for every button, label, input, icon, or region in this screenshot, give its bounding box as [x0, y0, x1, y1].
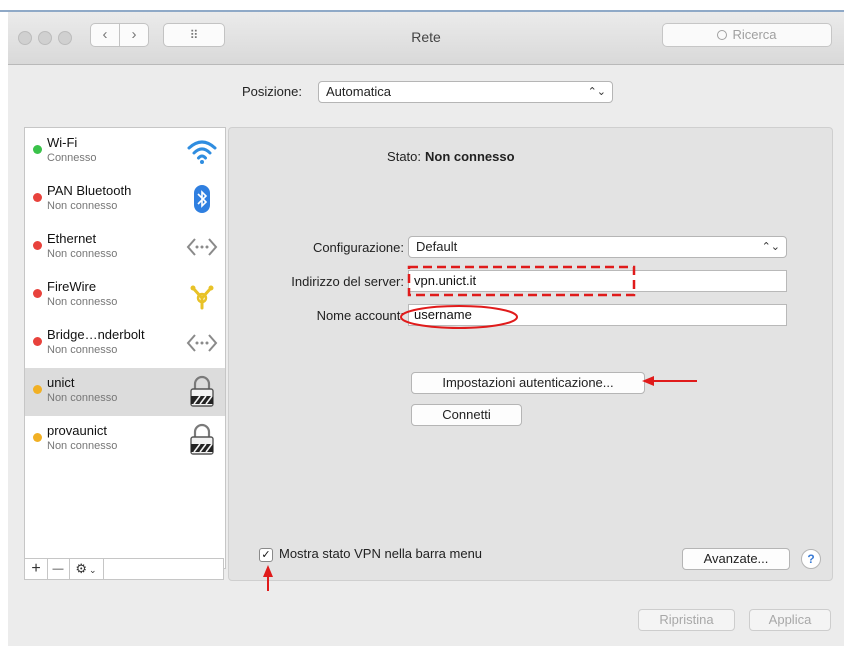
service-actions-menu[interactable]: ⚙ ⌄ — [69, 559, 104, 579]
gear-icon: ⚙ — [75, 561, 88, 576]
service-list-toolbar: + — ⚙ ⌄ — [24, 558, 224, 580]
advanced-button[interactable]: Avanzate... — [682, 548, 790, 570]
service-item-firewire[interactable]: FireWire Non connesso — [25, 272, 225, 320]
service-item-thunderbolt-bridge[interactable]: Bridge…nderbolt Non connesso — [25, 320, 225, 368]
service-name: Wi-Fi — [47, 135, 78, 150]
service-item-wifi[interactable]: Wi-Fi Connesso — [25, 128, 225, 176]
search-placeholder: Ricerca — [732, 27, 777, 42]
service-status: Non connesso — [47, 344, 118, 356]
vpn-lock-icon — [190, 423, 214, 455]
configuration-select[interactable]: Default ⌃⌄ — [408, 236, 787, 258]
service-status: Non connesso — [47, 296, 118, 308]
service-status: Non connesso — [47, 440, 118, 452]
status-label: Stato: — [387, 149, 421, 164]
server-address-field[interactable]: vpn.unict.it — [408, 270, 787, 292]
status-dot — [33, 289, 42, 298]
configuration-label: Configurazione: — [312, 240, 404, 255]
status-value: Non connesso — [425, 149, 515, 164]
location-value: Automatica — [326, 84, 392, 99]
show-vpn-status-checkbox[interactable]: ✓ — [259, 548, 273, 562]
thunderbolt-bridge-icon — [186, 334, 218, 352]
authentication-settings-button[interactable]: Impostazioni autenticazione... — [411, 372, 645, 394]
account-name-label: Nome account: — [316, 308, 404, 323]
account-name-value: username — [414, 307, 472, 322]
service-name: Bridge…nderbolt — [47, 327, 145, 342]
vpn-detail-panel: Stato: Non connesso Configurazione: Defa… — [228, 127, 833, 581]
service-status: Non connesso — [47, 248, 118, 260]
service-name: provaunict — [47, 423, 107, 438]
help-button[interactable]: ? — [801, 549, 821, 569]
service-status: Connesso — [47, 152, 97, 164]
status-dot — [33, 193, 42, 202]
search-icon — [717, 30, 728, 40]
service-name: FireWire — [47, 279, 97, 294]
service-status: Non connesso — [47, 200, 118, 212]
search-input[interactable]: Ricerca — [662, 23, 832, 47]
service-name: PAN Bluetooth — [47, 183, 132, 198]
service-status: Non connesso — [47, 392, 118, 404]
server-address-value: vpn.unict.it — [414, 273, 477, 288]
status-dot — [33, 241, 42, 250]
status-dot — [33, 385, 42, 394]
wifi-icon — [187, 140, 217, 164]
ethernet-icon — [186, 238, 218, 256]
chevron-down-icon: ⌄ — [89, 565, 97, 575]
server-address-label: Indirizzo del server: — [291, 274, 404, 289]
show-vpn-status-label: Mostra stato VPN nella barra menu — [279, 546, 483, 561]
service-name: Ethernet — [47, 231, 97, 246]
add-service-button[interactable]: + — [25, 559, 48, 579]
vpn-lock-icon — [190, 375, 214, 407]
service-item-pan-bluetooth[interactable]: PAN Bluetooth Non connesso — [25, 176, 225, 224]
up-down-chevron-icon: ⌃⌄ — [587, 86, 606, 98]
service-item-provaunict[interactable]: provaunict Non connesso — [25, 416, 225, 464]
location-label: Posizione: — [242, 84, 302, 99]
service-item-ethernet[interactable]: Ethernet Non connesso — [25, 224, 225, 272]
status-dot — [33, 337, 42, 346]
remove-service-button[interactable]: — — [47, 559, 70, 579]
network-preferences-window: ‹ › ⠿ Rete Ricerca Posizione: Automatica… — [8, 12, 844, 646]
service-item-unict[interactable]: unict Non connesso — [25, 368, 225, 416]
location-select[interactable]: Automatica ⌃⌄ — [318, 81, 613, 103]
up-down-chevron-icon: ⌃⌄ — [761, 241, 780, 253]
firewire-icon — [190, 285, 214, 310]
status-dot — [33, 433, 42, 442]
titlebar: ‹ › ⠿ Rete Ricerca — [8, 12, 844, 65]
apply-button[interactable]: Applica — [749, 609, 831, 631]
service-name: unict — [47, 375, 75, 390]
configuration-value: Default — [416, 239, 458, 254]
service-list: Wi-Fi Connesso PAN Bluetooth Non conness… — [24, 127, 226, 569]
account-name-field[interactable]: username — [408, 304, 787, 326]
bluetooth-icon — [194, 185, 210, 213]
revert-button[interactable]: Ripristina — [638, 609, 735, 631]
status-dot — [33, 145, 42, 154]
connect-button[interactable]: Connetti — [411, 404, 522, 426]
